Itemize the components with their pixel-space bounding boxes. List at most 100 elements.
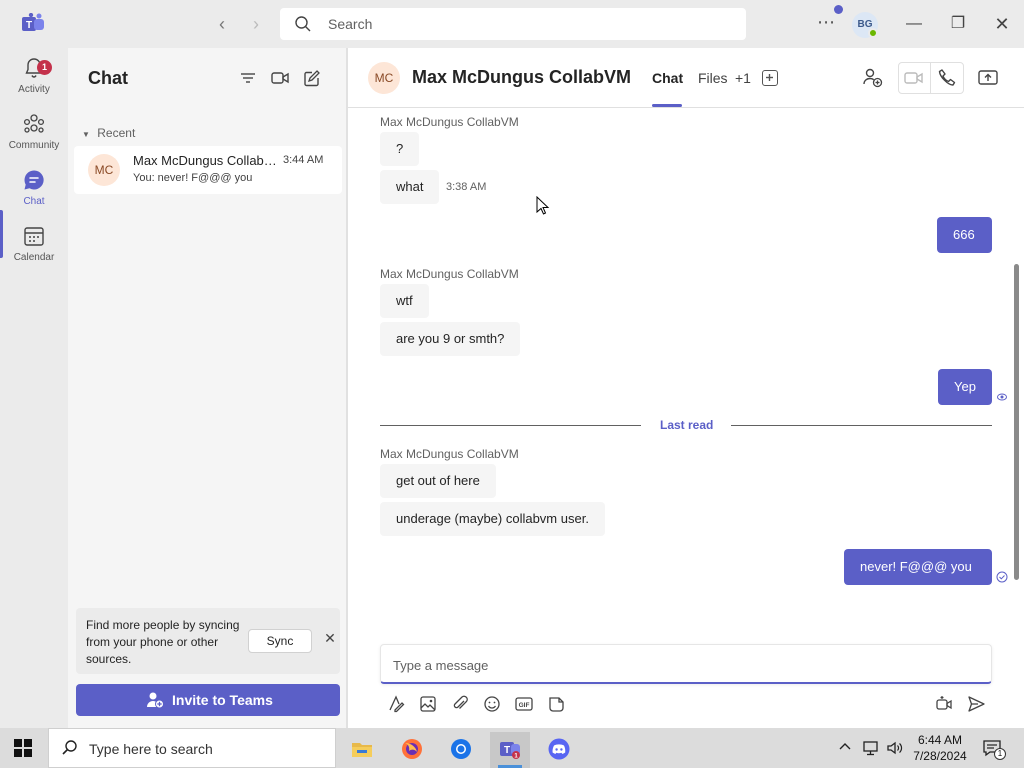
search-box[interactable]: Search xyxy=(280,8,746,40)
emoji-icon[interactable] xyxy=(482,694,502,714)
format-icon[interactable] xyxy=(386,694,406,714)
search-icon xyxy=(295,16,311,32)
activity-badge: 1 xyxy=(37,60,52,75)
compose-box[interactable] xyxy=(380,644,992,684)
network-icon[interactable] xyxy=(862,739,880,757)
message-bubble-incoming[interactable]: underage (maybe) collabvm user. xyxy=(380,502,605,536)
people-add-icon[interactable] xyxy=(862,67,884,89)
phone-icon[interactable] xyxy=(936,67,958,89)
message-bubble-outgoing[interactable]: 666 xyxy=(937,217,992,253)
volume-icon[interactable] xyxy=(886,739,904,757)
teams-app[interactable]: T 1 xyxy=(490,732,530,768)
sync-button[interactable]: Sync xyxy=(248,629,312,653)
new-chat-icon[interactable] xyxy=(302,68,322,88)
back-arrow-icon[interactable]: ‹ xyxy=(212,14,232,34)
message-bubble-incoming[interactable]: ? xyxy=(380,132,420,166)
folder-icon xyxy=(352,743,372,757)
meet-now-icon[interactable] xyxy=(934,694,954,714)
message-input[interactable] xyxy=(393,655,973,675)
close-button[interactable]: ✕ xyxy=(990,12,1014,36)
dismiss-icon[interactable]: ✕ xyxy=(322,630,338,650)
calendar-icon xyxy=(24,227,44,246)
tab-files[interactable]: Files xyxy=(698,70,728,86)
rail-item-activity[interactable]: 1 Activity xyxy=(0,54,68,108)
rail-label-activity: Activity xyxy=(18,84,50,95)
filter-icon[interactable] xyxy=(238,68,258,88)
chat-list-title: Chat xyxy=(88,68,128,88)
chat-list-panel: Chat ▼ Recent MC Max McDungus CollabVM 3… xyxy=(68,48,346,728)
message-bubble-incoming[interactable]: wtf xyxy=(380,284,429,318)
gif-icon[interactable]: GIF xyxy=(514,694,534,714)
message-bubble-incoming[interactable]: are you 9 or smth? xyxy=(380,322,521,356)
message-sender: Max McDungus CollabVM xyxy=(380,447,519,461)
conversation-pane: MC Max McDungus CollabVM Chat Files +1 M… xyxy=(348,48,1024,728)
chrome-app[interactable] xyxy=(441,732,481,768)
svg-text:T: T xyxy=(26,20,32,31)
send-icon[interactable] xyxy=(966,694,986,714)
rail-item-chat[interactable]: Chat xyxy=(0,166,68,220)
contact-avatar: MC xyxy=(88,154,120,186)
recent-section-header[interactable]: ▼ Recent xyxy=(82,126,135,140)
presence-available-icon xyxy=(868,28,878,38)
message-bubble-incoming[interactable]: get out of here xyxy=(380,464,496,498)
recent-section-label: Recent xyxy=(97,126,136,140)
minimize-button[interactable]: — xyxy=(902,12,926,36)
message-sender: Max McDungus CollabVM xyxy=(380,267,519,281)
image-icon[interactable] xyxy=(418,694,438,714)
rail-label-community: Community xyxy=(8,140,60,151)
message-bubble-incoming[interactable]: what xyxy=(380,170,440,204)
discord-app[interactable] xyxy=(539,732,579,768)
clock-date: 7/28/2024 xyxy=(913,749,967,763)
show-hidden-icons-icon[interactable] xyxy=(838,740,852,754)
teams-logo-icon[interactable]: T xyxy=(22,13,46,35)
call-separator xyxy=(930,62,931,94)
svg-text:T: T xyxy=(504,745,510,756)
chat-icon xyxy=(24,170,44,190)
rail-item-calendar[interactable]: Calendar xyxy=(0,222,68,276)
contact-name: Max McDungus CollabVM xyxy=(133,153,281,168)
title-bar: T ‹ › Search ⋯ BG — ❐ ✕ xyxy=(0,0,1024,48)
tab-more[interactable]: +1 xyxy=(735,70,751,86)
clock-time: 6:44 AM xyxy=(917,733,963,747)
chat-time: 3:44 AM xyxy=(283,154,324,166)
invite-label: Invite to Teams xyxy=(172,692,273,708)
add-tab-icon[interactable] xyxy=(762,70,778,86)
taskbar-search-box[interactable]: Type here to search xyxy=(48,728,336,768)
taskbar-search-placeholder: Type here to search xyxy=(89,741,213,757)
sticker-icon[interactable] xyxy=(546,694,566,714)
rail-label-chat: Chat xyxy=(23,196,45,207)
add-person-icon xyxy=(147,692,164,709)
more-options-icon[interactable]: ⋯ xyxy=(816,12,836,34)
message-bubble-outgoing[interactable]: never! F@@@ you xyxy=(844,549,992,585)
firefox-app[interactable] xyxy=(392,732,432,768)
community-icon xyxy=(23,114,45,133)
video-call-icon[interactable] xyxy=(270,68,290,88)
attach-icon[interactable] xyxy=(450,694,470,714)
tab-chat[interactable]: Chat xyxy=(652,70,683,86)
message-scrollbar[interactable] xyxy=(1014,264,1019,580)
message-sender: Max McDungus CollabVM xyxy=(380,115,519,129)
message-timestamp: 3:38 AM xyxy=(446,181,487,193)
video-call-icon[interactable] xyxy=(903,67,925,89)
windows-taskbar: Type here to search T 1 6:44 AM 7/28/202… xyxy=(0,728,1024,768)
maximize-button[interactable]: ❐ xyxy=(946,12,970,36)
sync-message: Find more people by syncing from your ph… xyxy=(86,618,240,666)
system-clock[interactable]: 6:44 AM 7/28/2024 xyxy=(906,732,974,764)
windows-start-icon[interactable] xyxy=(14,739,32,757)
file-explorer-app[interactable] xyxy=(342,732,382,768)
header-avatar[interactable]: MC xyxy=(368,62,400,94)
app-rail: 1 Activity Community Chat Calendar xyxy=(0,48,68,728)
svg-text:GIF: GIF xyxy=(519,702,530,709)
share-screen-icon[interactable] xyxy=(977,67,999,89)
chrome-icon xyxy=(451,739,471,759)
forward-arrow-icon[interactable]: › xyxy=(246,14,266,34)
conversation-title[interactable]: Max McDungus CollabVM xyxy=(412,67,631,88)
invite-to-teams-button[interactable]: Invite to Teams xyxy=(76,684,340,716)
message-bubble-outgoing[interactable]: Yep xyxy=(938,369,992,405)
sync-contacts-card: Find more people by syncing from your ph… xyxy=(76,608,340,674)
rail-item-community[interactable]: Community xyxy=(0,110,68,164)
firefox-icon xyxy=(402,739,422,759)
chat-list-item[interactable]: MC Max McDungus CollabVM 3:44 AM You: ne… xyxy=(74,146,342,194)
seen-eye-icon xyxy=(997,393,1007,401)
active-tab-indicator xyxy=(652,104,682,107)
